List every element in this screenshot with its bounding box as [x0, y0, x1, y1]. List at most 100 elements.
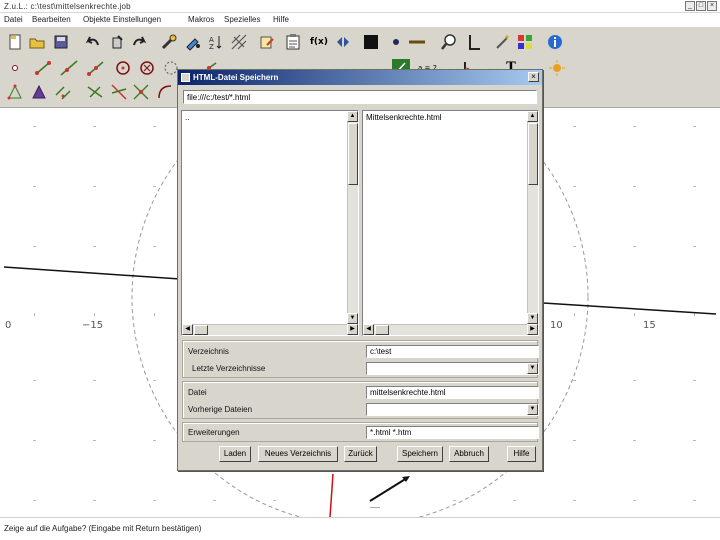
menu-spezielles[interactable]: Spezielles	[224, 15, 260, 24]
window-titlebar: Z.u.L.: c:\test\mittelsenkrechte.job _ □…	[0, 0, 720, 13]
file-name-field[interactable]: mittelsenkrechte.html	[366, 386, 539, 399]
status-text: Zeige auf die Aufgabe? (Eingabe mit Retu…	[4, 524, 202, 533]
arc-icon[interactable]	[156, 83, 174, 101]
sun-icon[interactable]	[548, 59, 566, 77]
segment-icon[interactable]	[34, 59, 52, 77]
save-disk-icon[interactable]	[52, 33, 70, 51]
scroll-thumb[interactable]	[348, 123, 358, 185]
extensions-group: Erweiterungen *.html *.htm	[182, 422, 539, 442]
directory-label: Verzeichnis	[188, 347, 229, 356]
sort-icon[interactable]: AZ	[206, 33, 224, 51]
line-icon[interactable]	[408, 33, 426, 51]
back-button[interactable]: Zurück	[344, 446, 377, 462]
scroll-right-icon[interactable]: ▶	[347, 324, 358, 335]
prev-files-select[interactable]: ▼	[366, 403, 539, 416]
directory-vscrollbar[interactable]: ▲ ▼	[347, 111, 358, 324]
info-icon[interactable]	[546, 33, 564, 51]
scroll-left-icon[interactable]: ◀	[363, 324, 374, 335]
save-html-dialog: HTML-Datei Speichern × file:///c:/test/*…	[177, 69, 543, 471]
red-segment	[329, 473, 334, 517]
list-item[interactable]: ..	[185, 113, 189, 123]
clipboard-icon[interactable]	[284, 33, 302, 51]
ray-icon[interactable]	[86, 59, 104, 77]
file-group: Datei mittelsenkrechte.html Vorherige Da…	[182, 381, 539, 419]
edit-icon[interactable]	[258, 33, 276, 51]
dialog-close-icon[interactable]: ×	[528, 72, 539, 82]
locus-icon[interactable]	[132, 83, 150, 101]
extensions-field[interactable]: *.html *.htm	[366, 426, 539, 439]
black-square-icon[interactable]	[362, 33, 380, 51]
function-icon[interactable]: f(x)	[310, 33, 328, 51]
zoom-icon[interactable]	[440, 33, 458, 51]
svg-text:Z: Z	[209, 43, 214, 51]
perpendicular-bisector-right	[542, 302, 717, 315]
paint-icon[interactable]	[184, 33, 202, 51]
last-dirs-label: Letzte Verzeichnisse	[192, 364, 266, 373]
file-entries: Mittelsenkrechte.html	[366, 113, 442, 123]
file-list[interactable]: Mittelsenkrechte.html ▲ ▼ ◀ ▶	[362, 110, 539, 336]
intersect-icon[interactable]	[110, 83, 128, 101]
help-button[interactable]: Hilfe	[507, 446, 536, 462]
scroll-down-icon[interactable]: ▼	[347, 313, 358, 324]
redo-icon[interactable]	[130, 33, 148, 51]
new-directory-button[interactable]: Neues Verzeichnis	[258, 446, 338, 462]
polygon-icon[interactable]	[6, 83, 24, 101]
undo-icon[interactable]	[84, 33, 102, 51]
menu-einstellungen[interactable]: Einstellungen	[113, 15, 161, 24]
directory-field[interactable]: c:\test	[366, 345, 539, 358]
scroll-down-icon[interactable]: ▼	[527, 313, 538, 324]
cancel-button[interactable]: Abbruch	[449, 446, 489, 462]
scroll-thumb[interactable]	[528, 123, 538, 185]
chevron-down-icon[interactable]: ▼	[527, 404, 538, 415]
parallel-icon[interactable]	[54, 83, 72, 101]
chevron-down-icon[interactable]: ▼	[527, 363, 538, 374]
circle-icon[interactable]	[114, 59, 132, 77]
close-button[interactable]: ×	[707, 1, 717, 11]
line-tool-icon[interactable]	[60, 59, 78, 77]
hatch-icon[interactable]	[230, 33, 248, 51]
menu-bearbeiten[interactable]: Bearbeiten	[32, 15, 71, 24]
point-icon[interactable]	[6, 59, 24, 77]
dot-icon[interactable]	[387, 33, 405, 51]
scroll-right-icon[interactable]: ▶	[527, 324, 538, 335]
status-bar: Zeige auf die Aufgabe? (Eingabe mit Retu…	[0, 517, 720, 540]
open-folder-icon[interactable]	[28, 33, 46, 51]
scroll-up-icon[interactable]: ▲	[527, 111, 538, 122]
axes-icon[interactable]	[464, 33, 482, 51]
load-button[interactable]: Laden	[219, 446, 251, 462]
swap-icon[interactable]	[334, 33, 352, 51]
dialog-app-icon	[181, 73, 190, 82]
directory-hscrollbar[interactable]: ◀ ▶	[182, 324, 358, 335]
menu-objekte[interactable]: Objekte	[83, 15, 111, 24]
last-dirs-select[interactable]: ▼	[366, 362, 539, 375]
perpendicular-icon[interactable]	[86, 83, 104, 101]
scroll-thumb[interactable]	[194, 325, 208, 335]
x-axis-label: 0	[5, 320, 12, 331]
menu-makros[interactable]: Makros	[188, 15, 214, 24]
file-hscrollbar[interactable]: ◀ ▶	[363, 324, 538, 335]
maximize-button[interactable]: □	[696, 1, 706, 11]
partial-label	[370, 507, 380, 508]
magic-wand-icon[interactable]	[494, 33, 512, 51]
path-input[interactable]: file:///c:/test/*.html	[183, 90, 537, 104]
toolbar-row-1: AZ f(x)	[0, 29, 720, 55]
scroll-left-icon[interactable]: ◀	[182, 324, 193, 335]
minimize-button[interactable]: _	[685, 1, 695, 11]
color-grid-icon[interactable]	[516, 33, 534, 51]
dialog-titlebar: HTML-Datei Speichern ×	[178, 70, 542, 85]
scroll-thumb[interactable]	[375, 325, 389, 335]
new-file-icon[interactable]	[6, 33, 24, 51]
file-label: Datei	[188, 388, 207, 397]
save-button[interactable]: Speichern	[397, 446, 443, 462]
scroll-up-icon[interactable]: ▲	[347, 111, 358, 122]
menu-datei[interactable]: Datei	[4, 15, 23, 24]
directory-list[interactable]: .. ▲ ▼ ◀ ▶	[181, 110, 359, 336]
triangle-icon[interactable]	[30, 83, 48, 101]
list-item[interactable]: Mittelsenkrechte.html	[366, 113, 442, 123]
tools-icon[interactable]	[160, 33, 178, 51]
file-vscrollbar[interactable]: ▲ ▼	[527, 111, 538, 324]
x-axis-label: −15	[82, 320, 104, 331]
menu-hilfe[interactable]: Hilfe	[273, 15, 289, 24]
circle-point-icon[interactable]	[138, 59, 156, 77]
delete-icon[interactable]	[108, 33, 126, 51]
